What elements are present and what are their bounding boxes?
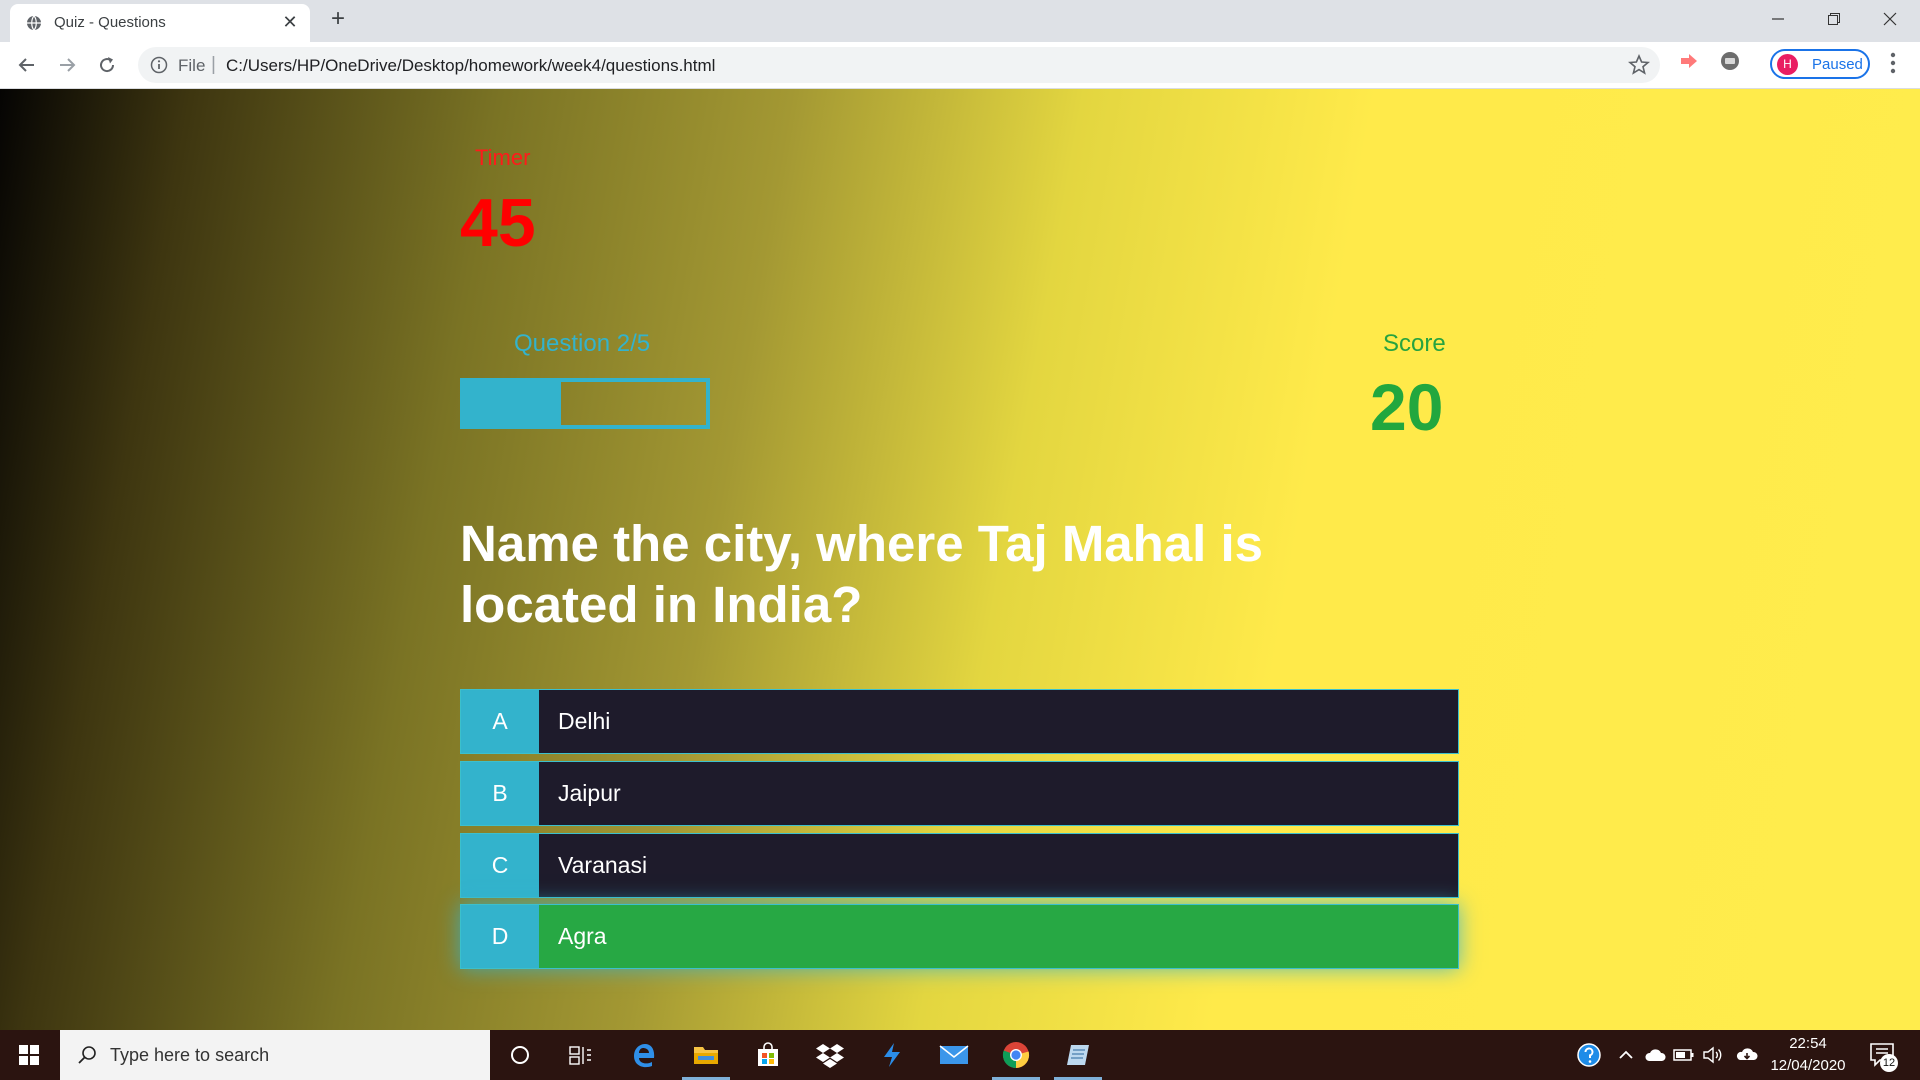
onedrive-cloud-icon[interactable] [1643,1043,1667,1067]
extension-circle-icon[interactable] [1719,50,1741,72]
restore-button[interactable] [1806,0,1862,38]
question-progress-label: Question 2/5 [514,330,651,357]
choice-text: Delhi [558,708,611,734]
clock-date[interactable]: 12/04/2020 [1762,1057,1854,1074]
visual-studio-icon [884,1043,900,1067]
choice-c[interactable]: C Varanasi [460,833,1459,898]
close-icon [1883,12,1897,26]
url-scheme: File [178,56,206,75]
close-window-button[interactable] [1862,0,1918,38]
bookmark-star-icon[interactable] [1628,54,1650,76]
dropbox-button[interactable] [800,1030,860,1080]
mail-icon [939,1045,969,1064]
more-menu-icon[interactable] [1880,50,1906,76]
search-icon [78,1046,96,1064]
cloud-download-icon[interactable] [1735,1043,1759,1067]
forward-arrow-icon [60,58,76,72]
choice-b[interactable]: B Jaipur [460,761,1459,826]
choice-a[interactable]: A Delhi [460,689,1459,754]
chevron-up-icon[interactable] [1614,1043,1638,1067]
task-view-button[interactable] [550,1030,610,1080]
visual-studio-button[interactable] [862,1030,922,1080]
forward-button[interactable] [52,50,82,80]
mail-button[interactable] [924,1030,984,1080]
back-button[interactable] [12,50,42,80]
info-icon[interactable] [150,56,168,74]
speaker-icon[interactable] [1701,1043,1725,1067]
choice-prefix: D [461,905,539,968]
help-icon[interactable] [1577,1043,1601,1067]
profile-button[interactable]: H Paused [1770,49,1870,79]
choice-prefix: C [461,834,539,897]
choice-text: Agra [558,923,607,949]
choice-prefix: B [461,762,539,825]
avatar: H [1777,54,1798,75]
file-explorer-button[interactable] [676,1030,736,1080]
timer-label: Timer [475,145,531,170]
cortana-icon [511,1046,529,1064]
choice-d[interactable]: D Agra [460,904,1459,969]
score-label: Score [1383,330,1446,357]
browser-tab-strip: Quiz - Questions ✕ + [0,0,1920,42]
file-explorer-icon [694,1047,718,1064]
dropbox-icon [816,1044,844,1068]
progress-bar [460,378,710,429]
clock-time[interactable]: 22:54 [1770,1035,1846,1052]
store-button[interactable] [738,1030,798,1080]
choice-text: Jaipur [558,780,621,806]
globe-icon [27,15,41,31]
windows-start-icon [19,1045,39,1065]
new-tab-button[interactable]: + [326,7,350,32]
choice-text: Varanasi [558,852,648,878]
notepad-icon [1067,1045,1089,1065]
tab-title: Quiz - Questions [54,14,166,31]
task-view-icon [569,1046,591,1065]
extension-arrow-icon[interactable] [1678,50,1700,72]
minimize-icon [1772,18,1784,20]
reload-icon [100,57,115,73]
edge-icon [634,1044,655,1068]
progress-fill [464,382,561,425]
timer-value: 45 [460,185,536,261]
profile-status: Paused [1812,56,1863,73]
address-bar[interactable]: File | C:/Users/HP/OneDrive/Desktop/home… [138,47,1660,83]
restore-icon [1828,13,1840,25]
chrome-icon [1002,1042,1030,1069]
url-separator: | [211,54,216,75]
choice-prefix: A [461,690,539,753]
notepad-button[interactable] [1048,1030,1108,1080]
quiz-page: Timer 45 Question 2/5 Score 20 Name the … [0,89,1920,1030]
chrome-button[interactable] [986,1030,1046,1080]
url-text[interactable]: C:/Users/HP/OneDrive/Desktop/homework/we… [226,56,715,76]
taskbar-search-box[interactable]: Type here to search [60,1030,490,1080]
tab-close-icon[interactable]: ✕ [280,12,300,32]
minimize-button[interactable] [1750,0,1806,38]
reload-button[interactable] [92,50,122,80]
windows-taskbar: Type here to search 22:54 12/04/2020 12 [0,1030,1920,1080]
back-arrow-icon [18,58,34,72]
search-placeholder: Type here to search [110,1045,270,1065]
start-button[interactable] [0,1030,58,1080]
notification-count-badge: 12 [1880,1054,1898,1072]
cortana-button[interactable] [490,1030,550,1080]
battery-icon[interactable] [1672,1043,1696,1067]
store-icon [758,1042,778,1066]
browser-toolbar: File | C:/Users/HP/OneDrive/Desktop/home… [0,42,1920,89]
score-value: 20 [1370,370,1444,444]
question-text: Name the city, where Taj Mahal is locate… [460,515,1264,633]
edge-button[interactable] [614,1030,674,1080]
browser-tab-quiz[interactable]: Quiz - Questions ✕ [10,4,310,42]
